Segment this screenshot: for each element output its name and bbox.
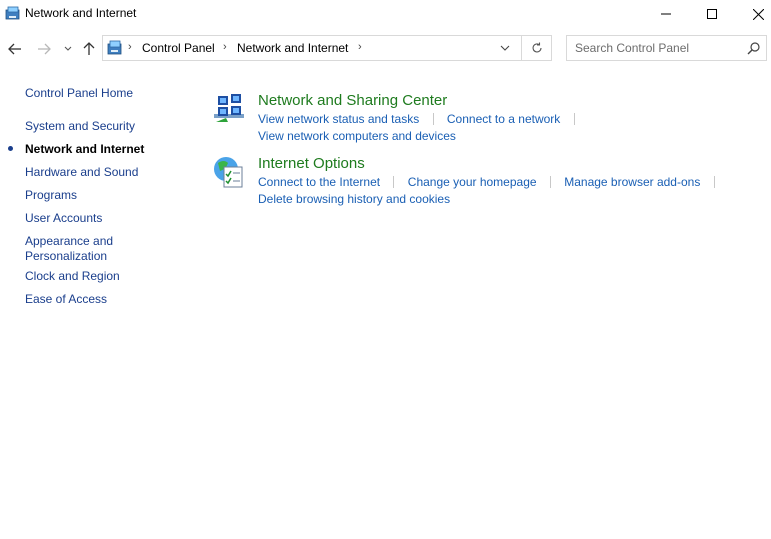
arrow-left-icon: [8, 43, 21, 55]
address-dropdown-button[interactable]: [497, 40, 513, 56]
sidebar-item-control-panel-home[interactable]: Control Panel Home: [25, 86, 133, 101]
chevron-down-icon: [64, 46, 72, 51]
close-button[interactable]: [735, 0, 771, 28]
sidebar-item-appearance-and-personalization[interactable]: Appearance and Personalization: [25, 234, 125, 264]
arrow-up-icon: [83, 42, 95, 55]
task-separator: [393, 176, 395, 188]
task-row: View network computers and devices: [258, 129, 456, 143]
sidebar-item-network-and-internet[interactable]: Network and Internet: [25, 142, 144, 157]
control-panel-window: Network and Internet › Control Panel › N…: [0, 0, 771, 539]
navigation-bar: › Control Panel › Network and Internet ›: [0, 33, 771, 65]
task-manage-browser-addons[interactable]: Manage browser add-ons: [564, 175, 700, 189]
task-row: Connect to the Internet Change your home…: [258, 175, 725, 189]
task-connect-to-network[interactable]: Connect to a network: [447, 112, 560, 126]
breadcrumb-network-and-internet[interactable]: Network and Internet: [237, 41, 348, 55]
search-box[interactable]: [566, 35, 767, 61]
active-indicator-icon: [8, 146, 13, 151]
close-icon: [752, 8, 764, 20]
breadcrumb-control-panel[interactable]: Control Panel: [142, 41, 215, 55]
task-row: View network status and tasks Connect to…: [258, 112, 585, 126]
network-folder-icon: [5, 5, 21, 21]
refresh-button[interactable]: [522, 35, 552, 61]
window-title: Network and Internet: [25, 6, 137, 20]
title-bar: Network and Internet: [0, 0, 771, 28]
sidebar-item-clock-and-region[interactable]: Clock and Region: [25, 269, 120, 284]
internet-options-link[interactable]: Internet Options: [258, 155, 365, 172]
breadcrumb-separator-icon[interactable]: ›: [223, 41, 227, 53]
refresh-icon: [531, 42, 542, 53]
sidebar-item-system-and-security[interactable]: System and Security: [25, 119, 135, 134]
recent-locations-button[interactable]: [61, 39, 75, 59]
up-button[interactable]: [80, 39, 98, 59]
task-change-homepage[interactable]: Change your homepage: [408, 175, 537, 189]
network-sharing-icon[interactable]: [212, 92, 246, 126]
network-and-sharing-center-link[interactable]: Network and Sharing Center: [258, 92, 447, 109]
task-connect-to-internet[interactable]: Connect to the Internet: [258, 175, 380, 189]
minimize-button[interactable]: [643, 0, 689, 28]
sidebar-item-user-accounts[interactable]: User Accounts: [25, 211, 102, 226]
task-separator: [549, 176, 551, 188]
task-delete-browsing-history[interactable]: Delete browsing history and cookies: [258, 192, 450, 206]
task-separator: [432, 113, 434, 125]
task-row: Delete browsing history and cookies: [258, 192, 450, 206]
task-view-network-status[interactable]: View network status and tasks: [258, 112, 419, 126]
task-separator: [713, 176, 715, 188]
search-icon[interactable]: [747, 41, 761, 55]
chevron-down-icon: [500, 45, 510, 51]
back-button[interactable]: [6, 39, 24, 59]
arrow-right-icon: [38, 43, 51, 55]
sidebar-item-programs[interactable]: Programs: [25, 188, 77, 203]
maximize-icon: [707, 9, 717, 19]
address-bar[interactable]: › Control Panel › Network and Internet ›: [102, 35, 522, 61]
breadcrumb-separator-icon[interactable]: ›: [128, 41, 132, 53]
sidebar-item-hardware-and-sound[interactable]: Hardware and Sound: [25, 165, 138, 180]
search-input[interactable]: [567, 36, 745, 60]
control-panel-icon: [107, 40, 123, 56]
maximize-button[interactable]: [689, 0, 735, 28]
breadcrumb-separator-icon[interactable]: ›: [358, 41, 362, 53]
task-view-network-computers[interactable]: View network computers and devices: [258, 129, 456, 143]
task-separator: [573, 113, 575, 125]
forward-button[interactable]: [35, 39, 53, 59]
sidebar-item-ease-of-access[interactable]: Ease of Access: [25, 292, 107, 307]
minimize-icon: [661, 13, 671, 15]
internet-options-icon[interactable]: [212, 155, 246, 189]
